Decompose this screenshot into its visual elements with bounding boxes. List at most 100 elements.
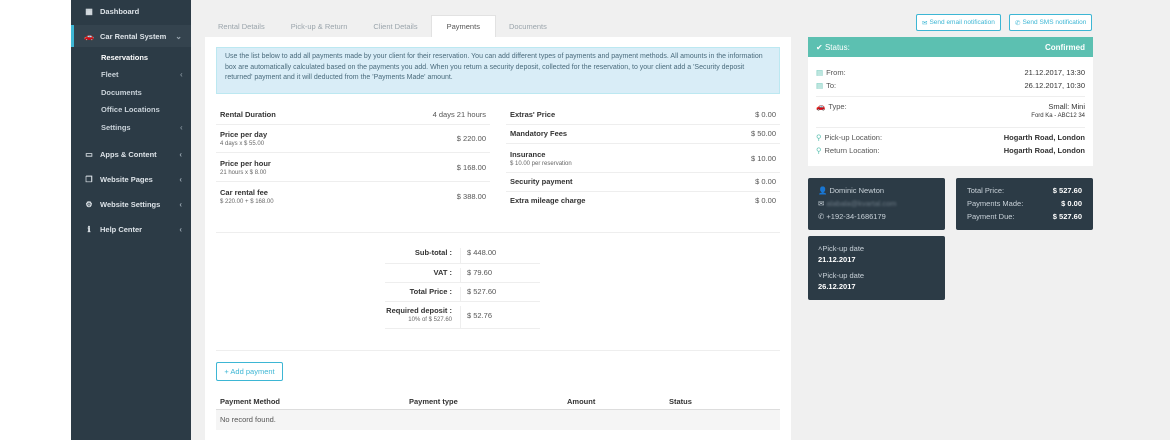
check-icon: ✔ [816, 42, 823, 52]
payments-panel [205, 37, 791, 440]
total-value: $ 527.60 [460, 287, 540, 301]
dates-card: ˄Pick-up date 21.12.2017 ˅Pick-up date 2… [808, 236, 945, 300]
chevron-left-icon: ‹ [179, 199, 182, 209]
total-label-text: Required deposit : [386, 306, 452, 315]
sidebar-sub-reservations[interactable]: Reservations [101, 53, 148, 62]
calendar-icon: ▤ [816, 68, 824, 77]
from-value: 21.12.2017, 13:30 [1024, 68, 1085, 77]
row-sub: $ 10.00 per reservation [510, 160, 572, 167]
sidebar-item-help-center[interactable]: ℹ Help Center ‹ [71, 218, 191, 240]
row-sub: $ 220.00 + $ 168.00 [220, 198, 274, 205]
return-date-label: ˅Pick-up date [818, 271, 865, 280]
tab-rental-details[interactable]: Rental Details [205, 15, 278, 37]
user-icon: 👤 [818, 186, 828, 195]
divider [816, 96, 1085, 97]
total-label: Required deposit : 10% of $ 527.60 [385, 306, 460, 328]
sidebar-item-website-pages[interactable]: ❐ Website Pages ‹ [71, 168, 191, 190]
sidebar-item-car-rental[interactable]: 🚗 Car Rental System ⌄ [71, 25, 191, 47]
column-header[interactable]: Payment type [409, 397, 458, 406]
add-payment-button[interactable]: + Add payment [216, 362, 283, 381]
sidebar-item-website-settings[interactable]: ⚙ Website Settings ‹ [71, 193, 191, 215]
row-value: $ 388.00 [456, 191, 486, 201]
row-value: $ 168.00 [456, 162, 486, 172]
sidebar-sub-documents[interactable]: Documents [101, 88, 142, 97]
total-label: Sub-total : [414, 248, 452, 257]
dashboard-icon: ▦ [85, 6, 93, 16]
summary-total-label: Total Price: [967, 186, 1005, 195]
row-value: 4 days 21 hours [432, 110, 486, 119]
row-sub: 21 hours x $ 8.00 [220, 169, 267, 176]
pages-icon: ❐ [85, 174, 93, 184]
column-header[interactable]: Payment Method [220, 397, 280, 406]
map-marker-icon: ⚲ [816, 133, 822, 142]
sidebar-sub-fleet[interactable]: Fleet [101, 70, 119, 79]
row-label: Security payment [510, 177, 573, 186]
divider [216, 232, 780, 233]
return-location-value: Hogarth Road, London [1003, 146, 1085, 155]
to-label: ▤ To: [816, 81, 837, 90]
sidebar-item-label: Apps & Content [100, 149, 157, 159]
row-label: Price per day [220, 130, 268, 139]
price-row: Extra mileage charge $ 0.00 [506, 192, 780, 211]
chevron-left-icon: ‹ [179, 174, 182, 184]
price-row: Car rental fee $ 220.00 + $ 168.00 $ 388.… [216, 182, 490, 210]
row-label: Car rental fee [220, 187, 268, 197]
price-row: Price per hour 21 hours x $ 8.00 $ 168.00 [216, 153, 490, 182]
total-label: VAT : [433, 268, 452, 277]
phone-icon: ✆ [1015, 19, 1021, 27]
tab-documents[interactable]: Documents [495, 15, 560, 37]
send-email-button[interactable]: ✉ Send email notification [916, 14, 1001, 31]
map-marker-icon: ⚲ [816, 146, 822, 155]
calendar-icon: ▤ [816, 81, 824, 90]
client-name: 👤 Dominic Newton [818, 186, 885, 195]
row-label: Insurance [510, 149, 546, 159]
car-icon: 🚗 [816, 102, 826, 111]
column-header[interactable]: Amount [567, 397, 595, 406]
total-sub: 10% of $ 527.60 [408, 317, 452, 323]
total-row: Required deposit : 10% of $ 527.60 $ 52.… [385, 301, 540, 329]
status-badge: Confirmed [1045, 42, 1085, 52]
phone-icon: ✆ [818, 212, 825, 221]
row-sub: 4 days x $ 55.00 [220, 141, 265, 147]
column-header[interactable]: Status [669, 397, 692, 406]
chevron-left-icon: ‹ [179, 149, 182, 159]
chevron-left-icon: ‹ [180, 123, 183, 132]
pickup-date-value: 21.12.2017 [818, 255, 856, 264]
summary-due-value: $ 527.60 [1052, 212, 1082, 221]
row-value: $ 0.00 [755, 177, 776, 186]
type-label: 🚗 Type: [816, 102, 847, 111]
sidebar-item-apps[interactable]: ▭ Apps & Content ‹ [71, 143, 191, 165]
summary-due-label: Payment Due: [967, 212, 1015, 221]
sidebar-sub-office-locations[interactable]: Office Locations [101, 105, 160, 114]
row-value: $ 0.00 [755, 196, 776, 205]
car-icon: 🚗 [84, 31, 94, 41]
row-label: Mandatory Fees [510, 129, 568, 138]
total-row: Total Price : $ 527.60 [385, 282, 540, 301]
status-label: Status: [824, 42, 850, 52]
chevron-down-icon: ⌄ [175, 31, 182, 41]
row-label: Price per hour [220, 158, 271, 168]
sidebar-item-label: Dashboard [100, 6, 140, 16]
chevron-left-icon: ‹ [180, 70, 183, 79]
return-date-value: 26.12.2017 [818, 282, 856, 291]
cogs-icon: ⚙ [85, 199, 93, 209]
send-sms-button[interactable]: ✆ Send SMS notification [1009, 14, 1093, 31]
tab-bar: Rental Details Pick-up & Return Client D… [205, 15, 560, 37]
envelope-icon: ✉ [922, 19, 928, 27]
row-label: Extra mileage charge [510, 196, 586, 205]
price-row: Extras' Price $ 0.00 [506, 106, 780, 125]
client-card: 👤 Dominic Newton ✉ alabala@kvartal.com ✆… [808, 178, 945, 230]
sidebar-item-dashboard[interactable]: ▦ Dashboard [71, 0, 191, 22]
payment-summary-card: Total Price: $ 527.60 Payments Made: $ 0… [956, 178, 1093, 230]
client-phone[interactable]: ✆ +192-34-1686179 [818, 212, 886, 221]
tab-client-details[interactable]: Client Details [360, 15, 431, 37]
price-row: Mandatory Fees $ 50.00 [506, 125, 780, 144]
summary-made-value: $ 0.00 [1061, 199, 1082, 208]
tab-payments[interactable]: Payments [430, 15, 496, 37]
tab-pickup-return[interactable]: Pick-up & Return [277, 15, 361, 37]
client-email[interactable]: ✉ alabala@kvartal.com [818, 199, 897, 208]
empty-table-message: No record found. [216, 410, 780, 430]
sidebar-sub-settings[interactable]: Settings [101, 123, 131, 132]
total-value: $ 79.60 [460, 268, 540, 282]
type-sub: Ford Ka - ABC12 34 [1031, 113, 1085, 119]
